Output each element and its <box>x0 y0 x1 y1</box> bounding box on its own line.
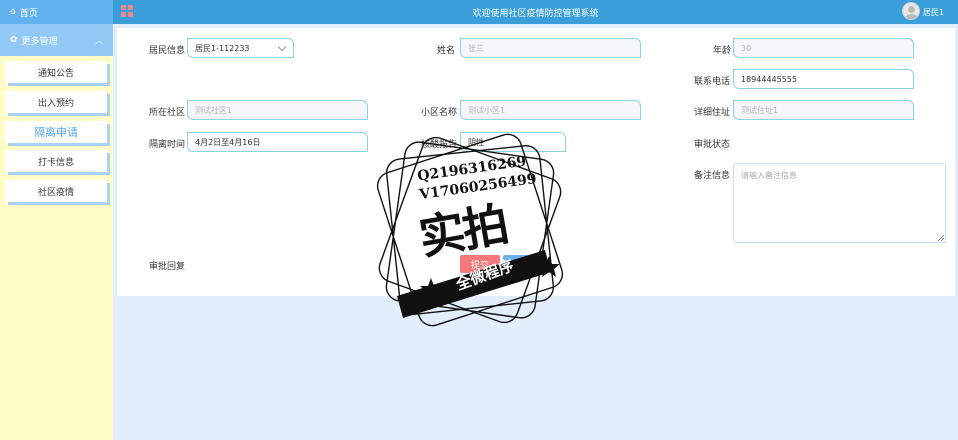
phone-value: 18944445555 <box>741 74 797 84</box>
age-field: 30 <box>733 38 914 58</box>
name-value: 张三 <box>468 43 484 53</box>
address-label: 详细住址 <box>694 108 731 118</box>
chevron-up-icon: ︿ <box>95 36 103 45</box>
audit-reply-label: 审批回复 <box>149 262 186 272</box>
sidebar-item-checkin[interactable]: 打卡信息 <box>5 150 107 172</box>
isolation-time-value: 4月2日至4月16日 <box>195 137 261 147</box>
age-label: 年龄 <box>713 46 732 56</box>
report-input[interactable]: 阴性 <box>460 132 566 152</box>
sidebar-item-label: 隔离申请 <box>34 126 78 139</box>
remark-placeholder: 请输入备注信息 <box>741 171 797 180</box>
sidebar-home[interactable]: ⌂ 首页 <box>0 0 113 24</box>
sidebar-home-label: 首页 <box>19 8 38 19</box>
address-value: 测试住址1 <box>741 105 779 115</box>
reset-button[interactable] <box>503 255 543 273</box>
phone-label: 联系电话 <box>694 77 731 87</box>
home-icon: ⌂ <box>10 7 16 17</box>
community-label: 所在社区 <box>149 108 186 118</box>
flower-icon: ✿ <box>10 35 18 45</box>
user-name[interactable]: 居民1 <box>923 7 944 18</box>
age-value: 30 <box>741 43 752 53</box>
district-field: 测试小区1 <box>460 100 641 120</box>
report-label: 核酸报告 <box>421 140 458 150</box>
audit-status-label: 审批状态 <box>694 140 731 150</box>
sidebar-item-notice[interactable]: 通知公告 <box>5 61 107 83</box>
isolation-time-label: 隔离时间 <box>149 140 186 150</box>
top-header: 欢迎使用社区疫情防控管理系统 居民1 <box>113 0 958 24</box>
resident-label: 居民信息 <box>149 46 186 56</box>
sidebar-more-label: 更多管理 <box>21 36 58 47</box>
community-field: 测试社区1 <box>187 100 368 120</box>
sidebar: ⌂ 首页 ✿ 更多管理 ︿ 通知公告 出入预约 隔离申请 打卡信息 社区疫情 <box>0 0 113 440</box>
sidebar-item-label: 出入预约 <box>37 98 74 109</box>
report-value: 阴性 <box>468 137 484 147</box>
page-title: 欢迎使用社区疫情防控管理系统 <box>472 9 599 19</box>
resident-select[interactable]: 居民1-112233 <box>187 38 294 58</box>
district-value: 测试小区1 <box>468 105 506 115</box>
community-value: 测试社区1 <box>195 105 233 115</box>
avatar[interactable] <box>902 2 920 20</box>
resident-value: 居民1-112233 <box>195 43 250 53</box>
submit-button[interactable]: 提交 <box>460 255 500 273</box>
sidebar-item-reservation[interactable]: 出入预约 <box>5 91 107 113</box>
sidebar-item-epidemic[interactable]: 社区疫情 <box>5 180 107 202</box>
sidebar-item-label: 通知公告 <box>37 68 74 79</box>
form-panel: 居民信息 居民1-112233 姓名 张三 年龄 30 联系电话 1894444… <box>117 28 955 296</box>
remark-textarea[interactable]: 请输入备注信息 <box>733 163 946 243</box>
name-label: 姓名 <box>437 46 456 56</box>
phone-input[interactable]: 18944445555 <box>733 69 914 89</box>
district-label: 小区名称 <box>421 108 458 118</box>
sidebar-more-management[interactable]: ✿ 更多管理 ︿ <box>0 24 113 56</box>
sidebar-item-label: 打卡信息 <box>37 157 74 168</box>
name-field: 张三 <box>460 38 641 58</box>
sidebar-item-isolation[interactable]: 隔离申请 <box>5 121 107 143</box>
isolation-time-input[interactable]: 4月2日至4月16日 <box>187 132 368 152</box>
remark-label: 备注信息 <box>694 171 731 181</box>
address-field: 测试住址1 <box>733 100 914 120</box>
sidebar-item-label: 社区疫情 <box>37 187 74 198</box>
